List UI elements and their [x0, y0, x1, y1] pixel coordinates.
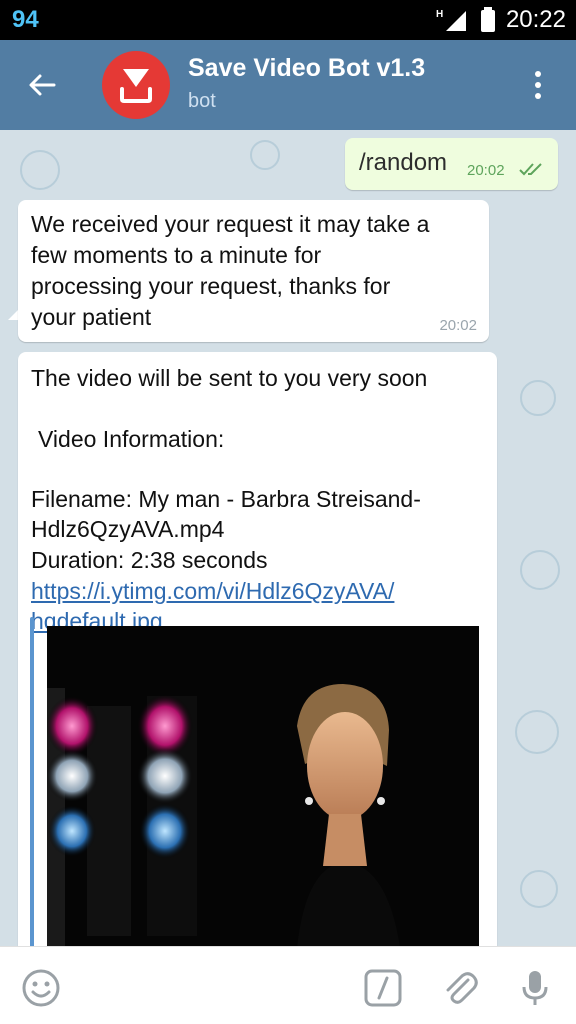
commands-button[interactable] — [360, 965, 406, 1011]
background-doodle — [520, 380, 556, 416]
status-time: 20:22 — [505, 6, 566, 33]
svg-text:H: H — [436, 9, 443, 20]
filename-line: Hdlz6QzyAVA.mp4 — [31, 516, 225, 542]
outgoing-message[interactable]: /random 20:02 — [345, 138, 558, 190]
double-check-icon — [519, 163, 542, 176]
video-thumbnail-image[interactable] — [47, 626, 479, 946]
background-doodle — [520, 550, 560, 590]
video-info-heading: Video Information: — [38, 426, 225, 452]
background-doodle — [520, 870, 558, 908]
chat-subtitle: bot — [188, 90, 216, 112]
bot-avatar[interactable] — [102, 51, 170, 119]
background-doodle — [20, 150, 60, 190]
filename-line: Filename: My man - Barbra Streisand- — [31, 486, 421, 512]
duration-line: Duration: 2:38 seconds — [31, 547, 268, 573]
attach-button[interactable] — [437, 965, 483, 1011]
emoji-icon — [22, 969, 60, 1007]
message-line: processing your request, thanks for — [31, 273, 391, 299]
message-time: 20:02 — [467, 162, 505, 179]
message-line: few moments to a minute for — [31, 242, 322, 268]
incoming-message[interactable]: We received your request it may take a f… — [18, 200, 489, 342]
back-button[interactable] — [14, 60, 70, 110]
message-list[interactable]: /random 20:02 We received your request i… — [0, 130, 576, 946]
status-bar: 94 H 20:22 — [0, 0, 576, 40]
paperclip-icon — [446, 972, 478, 1004]
slash-command-icon — [364, 969, 402, 1007]
status-notification-number: 94 — [12, 6, 39, 33]
microphone-icon — [522, 971, 548, 1005]
thumbnail-link[interactable]: https://i.ytimg.com/vi/Hdlz6QzyAVA/ — [31, 578, 394, 605]
download-logo-icon — [120, 69, 152, 103]
background-doodle — [515, 710, 559, 754]
chat-header: Save Video Bot v1.3 bot — [0, 40, 576, 130]
chat-title[interactable]: Save Video Bot v1.3 — [188, 54, 425, 83]
background-doodle — [250, 140, 280, 170]
status-right-group: H 20:22 — [436, 6, 566, 34]
message-line: The video will be sent to you very soon — [31, 365, 428, 391]
battery-icon — [480, 7, 495, 32]
message-text: We received your request it may take a f… — [31, 209, 477, 333]
thumbnail-picture — [47, 626, 479, 946]
voice-button[interactable] — [512, 965, 558, 1011]
message-line: We received your request it may take a — [31, 211, 430, 237]
arrow-left-icon — [29, 74, 56, 96]
message-line: your patient — [31, 304, 152, 330]
message-text: /random — [359, 149, 448, 176]
signal-icon: H — [436, 9, 466, 31]
incoming-message[interactable]: The video will be sent to you very soon … — [18, 352, 497, 946]
more-vert-icon[interactable] — [520, 62, 556, 108]
message-time: 20:02 — [439, 317, 477, 334]
message-input-bar — [0, 946, 576, 1024]
link-preview-bar — [30, 617, 34, 946]
emoji-button[interactable] — [18, 965, 64, 1011]
